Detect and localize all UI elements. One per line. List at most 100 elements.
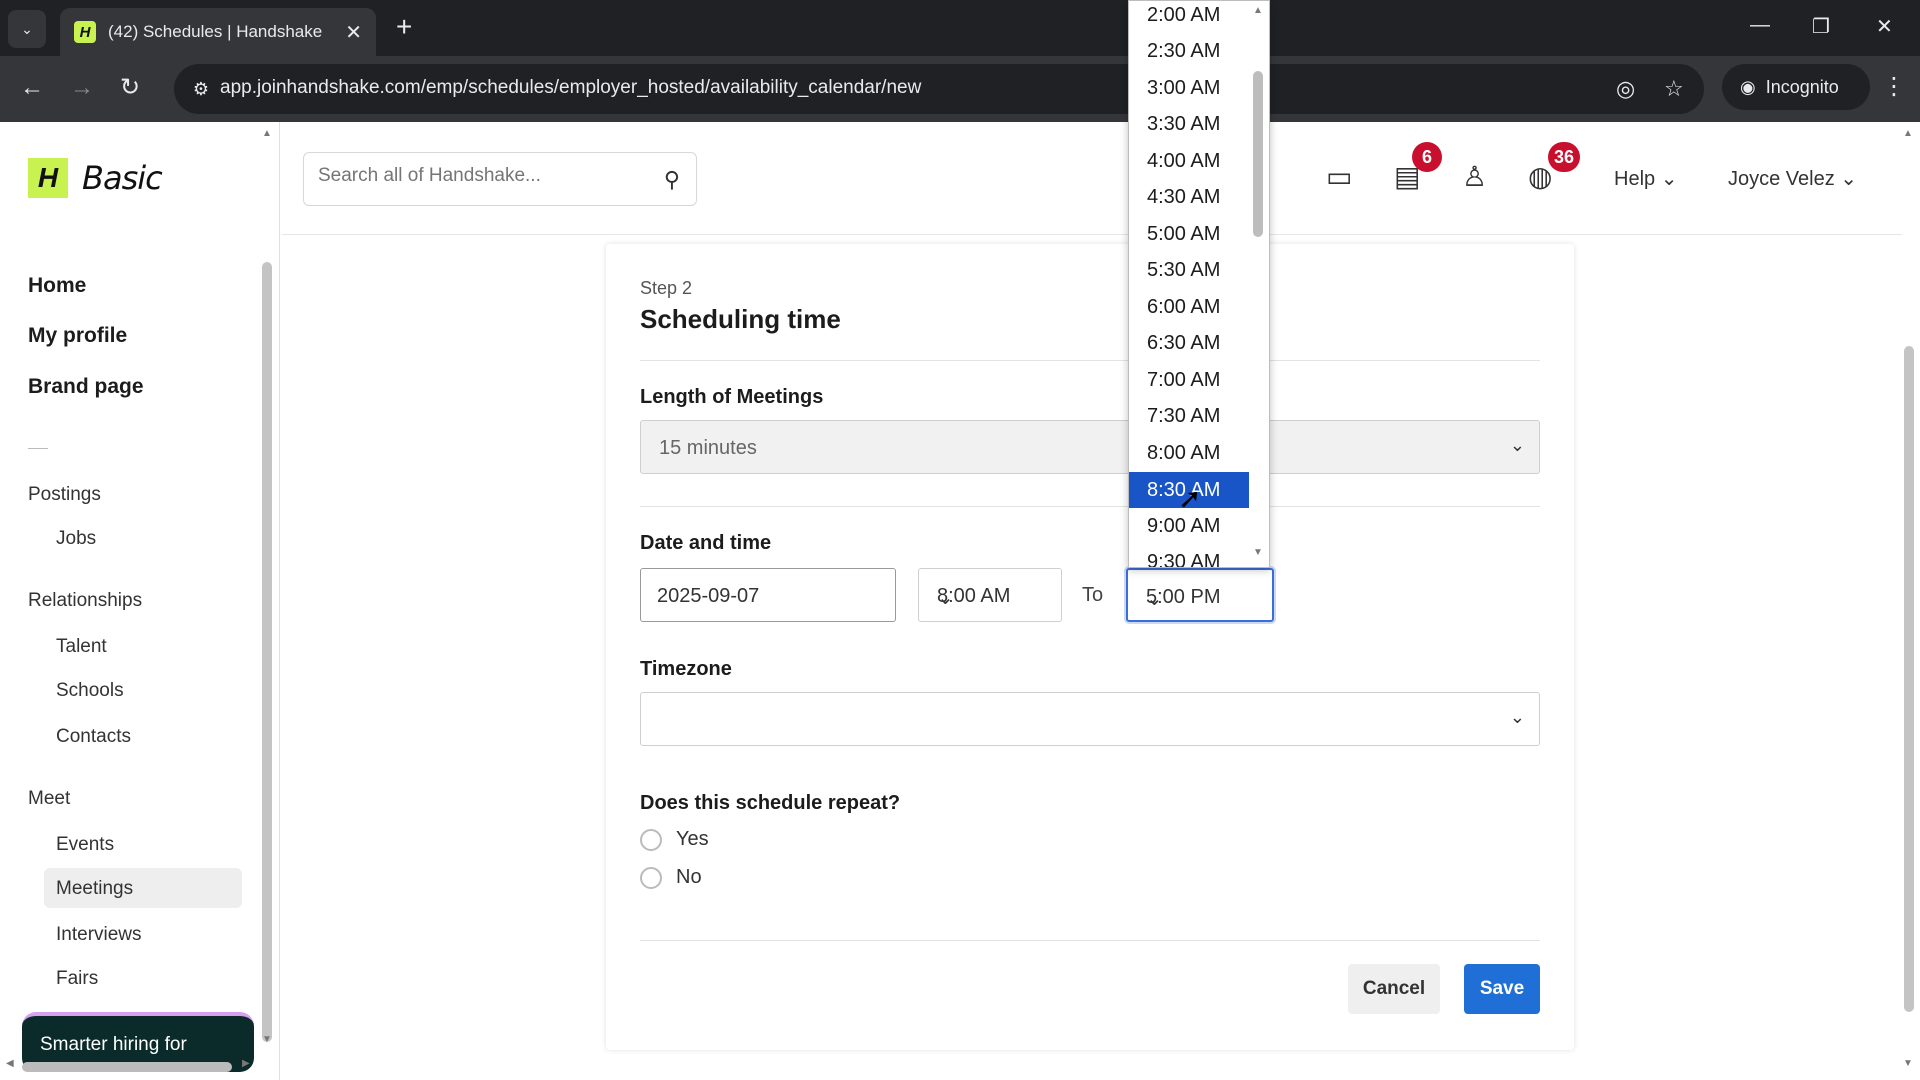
header-divider: [282, 234, 1902, 235]
sidebar-item-jobs[interactable]: Jobs: [56, 528, 96, 550]
time-option[interactable]: 3:00 AM: [1129, 70, 1249, 106]
time-option[interactable]: 6:00 AM: [1129, 289, 1249, 325]
sidebar-item-events[interactable]: Events: [56, 834, 114, 856]
time-option[interactable]: 8:00 AM: [1129, 435, 1249, 471]
repeat-no-label: No: [676, 866, 702, 888]
page-scroll-down-icon[interactable]: ▼: [1903, 1058, 1913, 1069]
step-indicator: Step 2: [640, 278, 693, 298]
sidebar-item-schools[interactable]: Schools: [56, 680, 124, 702]
user-menu[interactable]: Joyce Velez ⌄: [1728, 166, 1857, 191]
notifications-badge: 36: [1548, 142, 1581, 172]
sidebar-item-interviews[interactable]: Interviews: [56, 924, 142, 946]
user-name: Joyce Velez: [1728, 168, 1835, 190]
scroll-right-icon[interactable]: ▶: [242, 1058, 250, 1069]
restore-icon[interactable]: ❐: [1812, 14, 1830, 39]
logo[interactable]: H Basic: [28, 158, 163, 198]
page-scrollbar[interactable]: [1904, 346, 1914, 1012]
sidebar-group-meet[interactable]: Meet: [28, 788, 70, 810]
sidebar-item-meetings[interactable]: Meetings: [56, 878, 133, 900]
time-option[interactable]: 2:00 AM: [1129, 1, 1249, 33]
address-bar[interactable]: ⚙ app.joinhandshake.com/emp/schedules/em…: [174, 64, 1704, 114]
sidebar-group-relationships[interactable]: Relationships: [28, 590, 142, 612]
dropdown-scroll-down-icon[interactable]: ▼: [1253, 547, 1263, 558]
sidebar-item-my-profile[interactable]: My profile: [28, 324, 127, 348]
length-select[interactable]: 15 minutes ⌄: [640, 420, 1540, 474]
search-input[interactable]: [318, 165, 638, 187]
new-tab-button[interactable]: +: [396, 12, 412, 42]
sidebar-item-brand-page[interactable]: Brand page: [28, 375, 144, 399]
cancel-button[interactable]: Cancel: [1348, 964, 1440, 1014]
mouse-cursor-icon: ➚: [1178, 483, 1202, 514]
help-menu[interactable]: Help ⌄: [1614, 166, 1677, 191]
tab-search-button[interactable]: ⌄: [8, 10, 46, 48]
scroll-left-icon[interactable]: ◀: [6, 1058, 14, 1069]
sidebar-horizontal-scrollbar[interactable]: [22, 1062, 232, 1072]
dropdown-scroll-up-icon[interactable]: ▲: [1253, 5, 1263, 16]
sidebar-item-talent[interactable]: Talent: [56, 636, 107, 658]
sidebar-item-contacts[interactable]: Contacts: [56, 726, 131, 748]
forward-icon[interactable]: →: [70, 73, 94, 103]
time-option[interactable]: 5:00 AM: [1129, 216, 1249, 252]
sidebar-divider: [28, 448, 48, 449]
site-info-icon[interactable]: ⚙: [188, 76, 214, 102]
time-option[interactable]: 2:30 AM: [1129, 33, 1249, 69]
time-option[interactable]: 7:00 AM: [1129, 362, 1249, 398]
chevron-down-icon: ⌄: [1509, 707, 1525, 727]
browser-menu-icon[interactable]: ⋮: [1882, 72, 1906, 101]
time-option[interactable]: 4:00 AM: [1129, 143, 1249, 179]
calendar-icon[interactable]: ▭: [1326, 160, 1352, 193]
dropdown-scrollbar[interactable]: [1253, 71, 1263, 237]
sidebar-scrollbar[interactable]: [262, 262, 272, 1042]
back-icon[interactable]: ←: [20, 73, 44, 103]
page-scroll-up-icon[interactable]: ▲: [1903, 128, 1913, 139]
divider: [640, 506, 1540, 507]
browser-toolbar: ← → ↻ ⚙ app.joinhandshake.com/emp/schedu…: [0, 56, 1920, 122]
page-title: Scheduling time: [640, 304, 841, 334]
time-option[interactable]: 4:30 AM: [1129, 179, 1249, 215]
time-option[interactable]: 6:30 AM: [1129, 325, 1249, 361]
start-time-select[interactable]: 8:00 AM ⌄: [918, 568, 1062, 622]
repeat-label: Does this schedule repeat?: [640, 792, 901, 814]
radio-no[interactable]: [640, 866, 662, 889]
repeat-yes-label: Yes: [676, 828, 709, 850]
window-close-icon[interactable]: ✕: [1876, 14, 1893, 39]
timezone-select[interactable]: ⌄: [640, 692, 1540, 746]
time-option[interactable]: 9:30 AM: [1129, 544, 1249, 567]
datetime-label: Date and time: [640, 532, 772, 554]
sidebar-item-home[interactable]: Home: [28, 274, 86, 298]
repeat-no-option[interactable]: No: [640, 866, 702, 889]
promo-text: Smarter hiring for: [40, 1034, 187, 1055]
close-icon[interactable]: ✕: [345, 20, 362, 45]
divider: [640, 940, 1540, 941]
chevron-down-icon: ⌄: [937, 587, 954, 609]
sidebar-item-fairs[interactable]: Fairs: [56, 968, 98, 990]
sidebar-group-postings[interactable]: Postings: [28, 484, 101, 506]
reload-icon[interactable]: ↻: [120, 73, 140, 103]
time-option[interactable]: 3:30 AM: [1129, 106, 1249, 142]
star-icon[interactable]: ☆: [1664, 76, 1684, 102]
incognito-indicator[interactable]: ◉ Incognito: [1722, 64, 1870, 110]
timezone-label: Timezone: [640, 658, 732, 680]
length-value: 15 minutes: [659, 437, 757, 459]
form-card: [606, 244, 1574, 1050]
logo-text: Basic: [82, 159, 163, 197]
divider: [640, 360, 1540, 361]
chevron-down-icon: ⌄: [1146, 588, 1163, 610]
search-box[interactable]: ⚲: [303, 152, 697, 206]
scroll-up-icon[interactable]: ▲: [262, 128, 272, 139]
time-option[interactable]: 7:30 AM: [1129, 398, 1249, 434]
repeat-yes-option[interactable]: Yes: [640, 828, 709, 851]
radio-yes[interactable]: [640, 828, 662, 851]
eye-slash-icon[interactable]: ◎: [1616, 76, 1635, 102]
date-input[interactable]: 2025-09-07: [640, 568, 896, 622]
end-time-select[interactable]: 5:00 PM ⌄: [1126, 568, 1274, 622]
save-button[interactable]: Save: [1464, 964, 1540, 1014]
user-icon[interactable]: ♙: [1462, 160, 1487, 193]
chevron-down-icon: ⌄: [1840, 168, 1858, 190]
search-icon[interactable]: ⚲: [664, 167, 680, 193]
globe-icon[interactable]: ◍: [1528, 160, 1552, 193]
minimize-icon[interactable]: —: [1750, 14, 1770, 37]
scroll-down-icon[interactable]: ▼: [262, 1034, 272, 1045]
browser-tab[interactable]: H (42) Schedules | Handshake ✕: [60, 8, 376, 56]
time-option[interactable]: 5:30 AM: [1129, 252, 1249, 288]
